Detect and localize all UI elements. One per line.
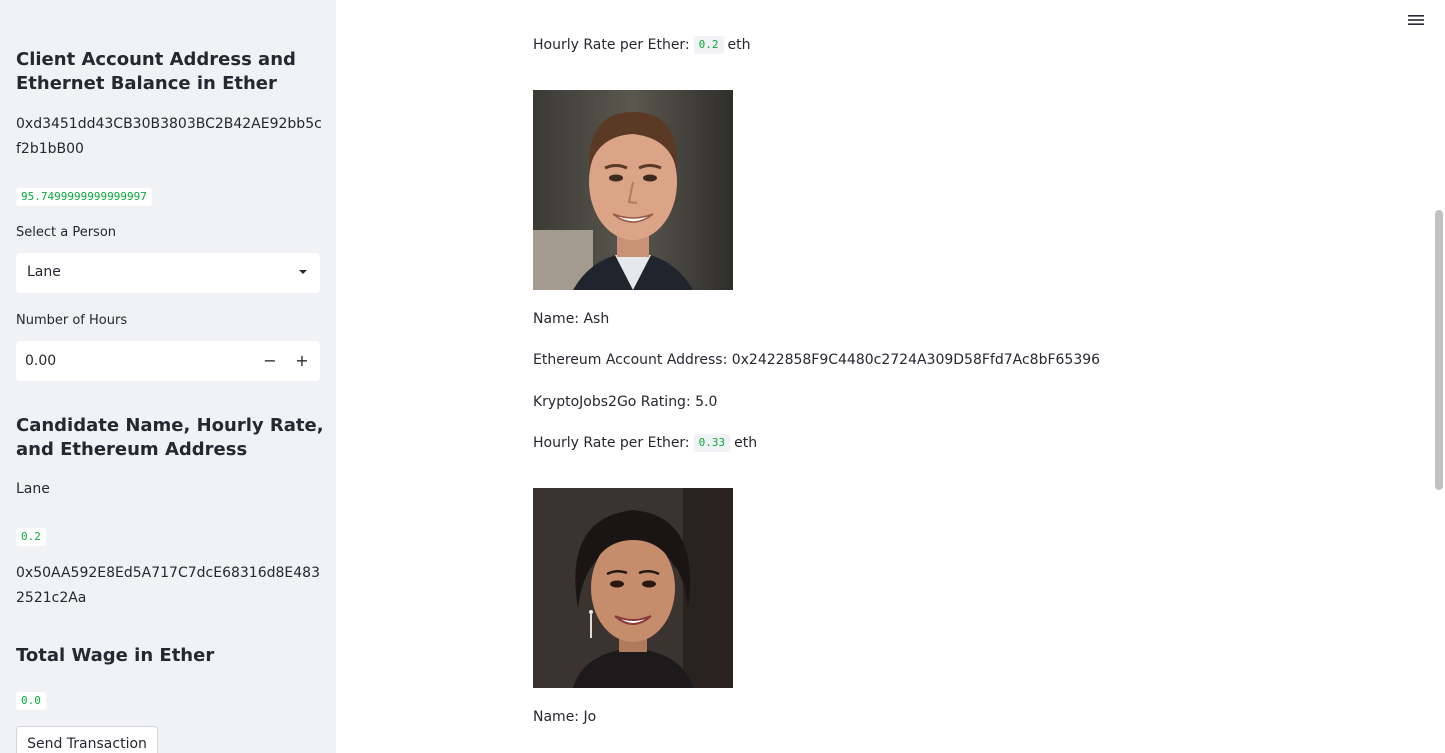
main-scrollbar[interactable] bbox=[1435, 210, 1443, 490]
select-person-value: Lane bbox=[27, 264, 61, 280]
sidebar: Client Account Address and Ethernet Bala… bbox=[0, 0, 336, 753]
rate-value: 0.2 bbox=[693, 36, 724, 54]
caret-down-icon bbox=[299, 270, 307, 274]
decrement-button[interactable]: − bbox=[254, 341, 286, 381]
candidate-rate: 0.2 bbox=[16, 528, 46, 546]
candidate-address-ash: Ethereum Account Address: 0x2422858F9C44… bbox=[533, 352, 1101, 368]
client-account-heading: Client Account Address and Ethernet Bala… bbox=[16, 49, 296, 94]
total-wage-heading: Total Wage in Ether bbox=[16, 645, 215, 666]
rate-value: 0.33 bbox=[693, 434, 731, 452]
rate-label: Hourly Rate per Ether: bbox=[533, 435, 690, 451]
candidate-name-ash: Name: Ash bbox=[533, 311, 610, 327]
candidate-rating-ash: KryptoJobs2Go Rating: 5.0 bbox=[533, 394, 718, 410]
number-of-hours-input[interactable] bbox=[16, 341, 252, 381]
candidate-rate-ash: Hourly Rate per Ether: 0.33 eth bbox=[533, 433, 757, 453]
candidate-name-jo: Name: Jo bbox=[533, 709, 597, 725]
candidate-photo-jo bbox=[533, 488, 733, 688]
rate-line: Hourly Rate per Ether: 0.2 eth bbox=[533, 35, 751, 55]
rate-unit: eth bbox=[734, 435, 758, 451]
client-address: 0xd3451dd43CB30B3803BC2B42AE92bb5cf2b1bB… bbox=[16, 116, 322, 157]
main-content: Hourly Rate per Ether: 0.2 eth Name: Ash… bbox=[336, 0, 1445, 753]
candidate-info-heading: Candidate Name, Hourly Rate, and Ethereu… bbox=[16, 415, 324, 460]
number-of-hours-label: Number of Hours bbox=[16, 313, 128, 328]
number-of-hours-field: − + bbox=[16, 341, 320, 381]
hamburger-menu-icon[interactable] bbox=[1407, 12, 1425, 28]
select-person-label: Select a Person bbox=[16, 225, 117, 240]
select-person-dropdown[interactable]: Lane bbox=[16, 253, 320, 293]
send-transaction-button[interactable]: Send Transaction bbox=[16, 726, 158, 753]
candidate-photo-ash bbox=[533, 90, 733, 290]
candidate-address: 0x50AA592E8Ed5A717C7dcE68316d8E4832521c2… bbox=[16, 565, 320, 606]
total-wage-value: 0.0 bbox=[16, 692, 46, 710]
candidate-name: Lane bbox=[16, 481, 50, 497]
client-balance: 95.7499999999999997 bbox=[16, 188, 152, 206]
rate-unit: eth bbox=[727, 37, 751, 53]
rate-label: Hourly Rate per Ether: bbox=[533, 37, 690, 53]
increment-button[interactable]: + bbox=[286, 341, 318, 381]
